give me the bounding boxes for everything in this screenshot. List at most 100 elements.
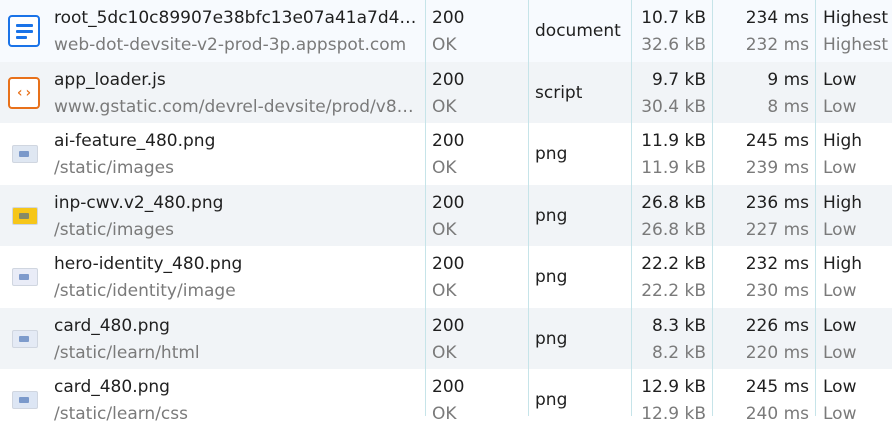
- status-cell: 200 OK: [432, 123, 522, 185]
- type-cell: script: [535, 62, 627, 124]
- request-name: inp-cwv.v2_480.png: [54, 192, 224, 213]
- transfer-size: 10.7 kB: [641, 8, 706, 28]
- type-cell: png: [535, 123, 627, 185]
- resource-size: 8.2 kB: [652, 342, 706, 363]
- column-divider: [631, 0, 632, 416]
- table-row[interactable]: ai-feature_480.png /static/images 200 OK…: [0, 123, 892, 185]
- name-cell[interactable]: root_5dc10c89907e38bfc13e07a41a7d479… we…: [54, 0, 418, 62]
- transfer-size: 22.2 kB: [641, 254, 706, 274]
- latency-time: 8 ms: [767, 96, 809, 117]
- latency-time: 239 ms: [745, 158, 809, 178]
- time-cell: 232 ms 230 ms: [718, 246, 809, 308]
- total-time: 236 ms: [745, 192, 809, 213]
- size-cell: 22.2 kB 22.2 kB: [636, 246, 706, 308]
- request-name: hero-identity_480.png: [54, 254, 243, 274]
- table-row[interactable]: hero-identity_480.png /static/identity/i…: [0, 246, 892, 308]
- table-row[interactable]: ‹› app_loader.js www.gstatic.com/devrel-…: [0, 61, 892, 124]
- status-code: 200: [432, 8, 465, 28]
- name-cell[interactable]: inp-cwv.v2_480.png /static/images: [54, 185, 418, 247]
- status-cell: 200 OK: [432, 246, 522, 308]
- resource-size: 26.8 kB: [641, 219, 706, 240]
- size-cell: 9.7 kB 30.4 kB: [636, 62, 706, 124]
- resource-size: 12.9 kB: [641, 404, 706, 424]
- request-path: /static/images: [54, 158, 174, 178]
- table-row[interactable]: inp-cwv.v2_480.png /static/images 200 OK…: [0, 184, 892, 247]
- document-icon: [8, 15, 40, 47]
- priority-cell: High Low: [823, 123, 892, 185]
- priority: Low: [823, 69, 857, 90]
- status-cell: 200 OK: [432, 62, 522, 124]
- request-name: card_480.png: [54, 377, 170, 397]
- status-text: OK: [432, 219, 457, 240]
- type-cell: png: [535, 246, 627, 308]
- resource-size: 32.6 kB: [641, 35, 706, 55]
- request-path: /static/learn/html: [54, 342, 200, 363]
- request-type: png: [535, 205, 568, 226]
- table-row[interactable]: root_5dc10c89907e38bfc13e07a41a7d479… we…: [0, 0, 892, 62]
- priority-cell: High Low: [823, 185, 892, 247]
- status-code: 200: [432, 377, 465, 397]
- status-text: OK: [432, 342, 457, 363]
- transfer-size: 8.3 kB: [652, 315, 706, 336]
- table-row[interactable]: card_480.png /static/learn/html 200 OK p…: [0, 307, 892, 370]
- request-type: script: [535, 82, 583, 103]
- priority: High: [823, 131, 863, 151]
- transfer-size: 11.9 kB: [641, 131, 706, 151]
- size-cell: 12.9 kB 12.9 kB: [636, 369, 706, 431]
- status-text: OK: [432, 35, 457, 55]
- initial-priority: Highest: [823, 35, 889, 55]
- request-name: root_5dc10c89907e38bfc13e07a41a7d479…: [54, 8, 418, 28]
- total-time: 245 ms: [745, 377, 809, 397]
- priority-cell: Highest Highest: [823, 0, 892, 62]
- status-code: 200: [432, 254, 465, 274]
- request-type: png: [535, 328, 568, 349]
- resource-size: 11.9 kB: [641, 158, 706, 178]
- time-cell: 226 ms 220 ms: [718, 308, 809, 370]
- time-cell: 9 ms 8 ms: [718, 62, 809, 124]
- time-cell: 236 ms 227 ms: [718, 185, 809, 247]
- request-type: document: [535, 21, 621, 41]
- column-divider: [425, 0, 426, 416]
- latency-time: 240 ms: [745, 404, 809, 424]
- image-thumbnail-icon: [12, 206, 38, 225]
- script-icon: ‹›: [8, 76, 40, 109]
- status-cell: 200 OK: [432, 185, 522, 247]
- total-time: 245 ms: [745, 131, 809, 151]
- request-path: /static/images: [54, 219, 174, 240]
- column-divider: [815, 0, 816, 416]
- type-cell: png: [535, 369, 627, 431]
- image-thumbnail-icon: [12, 329, 38, 348]
- type-cell: document: [535, 0, 627, 62]
- name-cell[interactable]: card_480.png /static/learn/css: [54, 369, 418, 431]
- transfer-size: 12.9 kB: [641, 377, 706, 397]
- name-cell[interactable]: ai-feature_480.png /static/images: [54, 123, 418, 185]
- status-cell: 200 OK: [432, 369, 522, 431]
- name-cell[interactable]: card_480.png /static/learn/html: [54, 308, 418, 370]
- resource-size: 30.4 kB: [641, 96, 706, 117]
- initial-priority: Low: [823, 404, 857, 424]
- request-path: www.gstatic.com/devrel-devsite/prod/v8e…: [54, 96, 418, 117]
- status-text: OK: [432, 158, 457, 178]
- initial-priority: Low: [823, 96, 857, 117]
- priority: High: [823, 192, 863, 213]
- priority-cell: Low Low: [823, 62, 892, 124]
- priority-cell: Low Low: [823, 369, 892, 431]
- size-cell: 10.7 kB 32.6 kB: [636, 0, 706, 62]
- status-text: OK: [432, 404, 457, 424]
- total-time: 226 ms: [745, 315, 809, 336]
- total-time: 234 ms: [745, 8, 809, 28]
- total-time: 232 ms: [745, 254, 809, 274]
- table-row[interactable]: card_480.png /static/learn/css 200 OK pn…: [0, 369, 892, 431]
- status-code: 200: [432, 131, 465, 151]
- status-text: OK: [432, 96, 457, 117]
- priority: Low: [823, 315, 857, 336]
- initial-priority: Low: [823, 342, 857, 363]
- name-cell[interactable]: app_loader.js www.gstatic.com/devrel-dev…: [54, 62, 418, 124]
- priority-cell: High Low: [823, 246, 892, 308]
- status-code: 200: [432, 192, 465, 213]
- column-divider: [528, 0, 529, 416]
- request-name: app_loader.js: [54, 69, 166, 90]
- status-text: OK: [432, 281, 457, 301]
- name-cell[interactable]: hero-identity_480.png /static/identity/i…: [54, 246, 418, 308]
- size-cell: 11.9 kB 11.9 kB: [636, 123, 706, 185]
